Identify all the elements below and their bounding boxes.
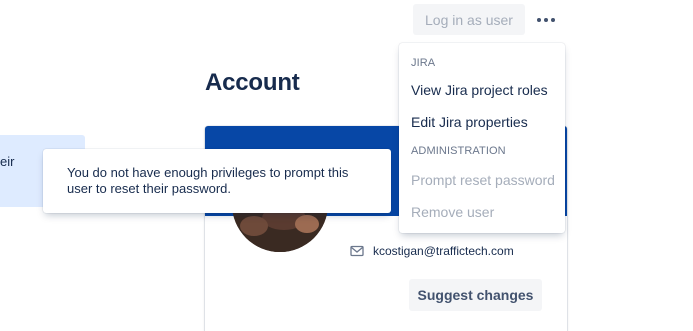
menu-item-edit-jira-properties[interactable]: Edit Jira properties bbox=[399, 107, 565, 139]
envelope-icon bbox=[350, 245, 364, 257]
login-as-user-button[interactable]: Log in as user bbox=[413, 4, 525, 35]
page-title: Account bbox=[205, 69, 300, 96]
privileges-tooltip: You do not have enough privileges to pro… bbox=[43, 149, 391, 213]
menu-item-remove-user: Remove user bbox=[411, 204, 495, 220]
email-text: kcostigan@traffictech.com bbox=[373, 244, 514, 258]
menu-item-prompt-reset-password: Prompt reset password bbox=[411, 172, 555, 188]
menu-heading-administration: ADMINISTRATION bbox=[411, 145, 506, 157]
more-horizontal-icon bbox=[536, 18, 557, 22]
left-panel-text: eir bbox=[0, 154, 15, 169]
suggest-changes-button[interactable]: Suggest changes bbox=[409, 279, 542, 311]
actions-dropdown-menu: JIRA View Jira project roles Edit Jira p… bbox=[399, 43, 565, 233]
page: eir Account kcostigan@traffictech.com Su… bbox=[0, 0, 693, 331]
more-actions-button[interactable] bbox=[531, 6, 561, 34]
menu-item-view-jira-project-roles[interactable]: View Jira project roles bbox=[399, 75, 565, 107]
tooltip-text: You do not have enough privileges to pro… bbox=[67, 165, 349, 196]
menu-heading-jira: JIRA bbox=[411, 57, 436, 69]
email-row: kcostigan@traffictech.com bbox=[350, 244, 514, 258]
